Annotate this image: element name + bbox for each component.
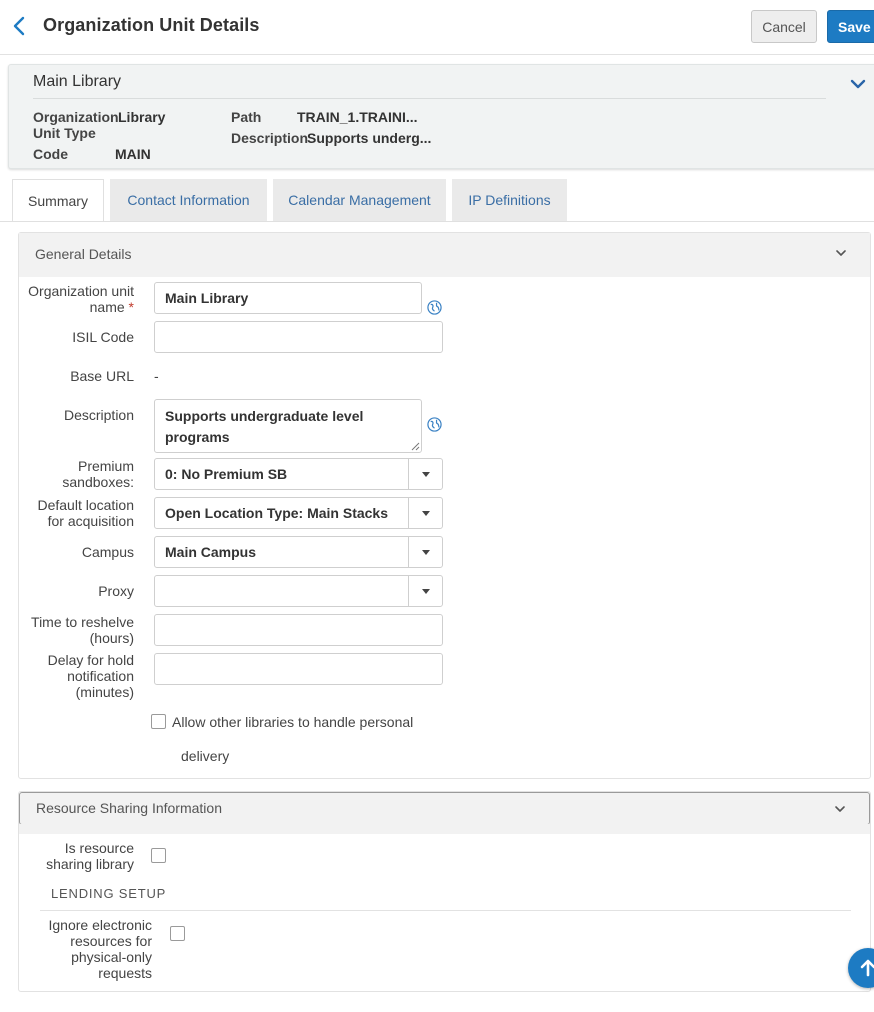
campus-label: Campus: [81, 544, 134, 560]
isil-code-input[interactable]: [154, 321, 443, 353]
summary-card: Main Library Organization Unit Type Libr…: [8, 64, 874, 169]
general-details-header[interactable]: General Details: [19, 233, 870, 277]
tab-summary[interactable]: Summary: [12, 179, 104, 222]
page-title: Organization Unit Details: [43, 15, 260, 35]
globe-icon[interactable]: [427, 300, 442, 315]
dropdown-caret-icon[interactable]: [408, 498, 442, 528]
time-to-reshelve-label: Time to reshelve (hours): [31, 614, 134, 646]
dropdown-caret-icon[interactable]: [408, 537, 442, 567]
default-location-label: Default location for acquisition: [37, 497, 134, 529]
resize-handle-icon[interactable]: [411, 442, 420, 451]
general-details-panel: General Details: [18, 232, 871, 779]
globe-icon[interactable]: [427, 417, 442, 432]
lending-setup-heading: LENDING SETUP: [51, 886, 167, 901]
description-field-label: Description: [63, 407, 134, 423]
premium-sandboxes-value: 0: No Premium SB: [165, 466, 288, 482]
base-url-label: Base URL: [70, 368, 134, 384]
required-marker: *: [128, 299, 134, 315]
campus-value: Main Campus: [165, 544, 257, 560]
lending-setup-divider: [40, 910, 851, 911]
is-resource-sharing-library-label: Is resource sharing library: [46, 840, 134, 872]
code-value: MAIN: [115, 146, 151, 162]
campus-select[interactable]: Main Campus: [154, 536, 443, 568]
chevron-down-icon[interactable]: [833, 802, 847, 816]
base-url-value: -: [154, 368, 159, 384]
delay-hold-notification-label: Delay for hold notification (minutes): [47, 652, 134, 700]
org-unit-type-value: Library: [118, 109, 166, 125]
save-button[interactable]: Save: [827, 10, 874, 43]
ignore-electronic-checkbox[interactable]: [170, 926, 185, 941]
proxy-label: Proxy: [98, 583, 134, 599]
org-unit-name-label: Organization unit name *: [28, 283, 134, 315]
summary-card-title: Main Library: [33, 73, 122, 90]
tab-ip-definitions[interactable]: IP Definitions: [452, 179, 567, 222]
allow-other-libraries-label-1: Allow other libraries to handle personal: [172, 714, 414, 730]
premium-sandboxes-select[interactable]: 0: No Premium SB: [154, 458, 443, 490]
isil-code-label: ISIL Code: [72, 329, 134, 345]
ignore-electronic-label: Ignore electronic resources for physical…: [48, 917, 152, 981]
chevron-down-icon[interactable]: [834, 246, 848, 260]
default-location-value: Open Location Type: Main Stacks: [165, 505, 389, 521]
description-value: Supports underg...: [307, 130, 432, 146]
premium-sandboxes-label: Premium sandboxes:: [62, 458, 134, 490]
allow-other-libraries-label-2: delivery: [181, 748, 230, 764]
dropdown-caret-icon[interactable]: [408, 576, 442, 606]
page-header: Organization Unit Details Cancel Save: [0, 0, 874, 55]
chevron-down-icon[interactable]: [849, 77, 867, 91]
allow-other-libraries-checkbox[interactable]: [151, 714, 166, 729]
path-label: Path: [231, 109, 262, 125]
arrow-up-icon: [860, 959, 874, 977]
tabs-divider: [0, 221, 874, 222]
chevron-left-icon[interactable]: [10, 13, 30, 39]
tab-contact-information[interactable]: Contact Information: [110, 179, 267, 222]
general-details-title: General Details: [35, 246, 132, 262]
resource-sharing-title: Resource Sharing Information: [36, 800, 222, 816]
path-value: TRAIN_1.TRAINI...: [297, 109, 418, 125]
resource-sharing-header[interactable]: Resource Sharing Information: [19, 792, 870, 825]
delay-hold-notification-input[interactable]: [154, 653, 443, 685]
cancel-button[interactable]: Cancel: [751, 10, 817, 43]
org-unit-name-input[interactable]: Main Library: [154, 282, 422, 314]
tab-calendar-management[interactable]: Calendar Management: [273, 179, 446, 222]
proxy-select[interactable]: [154, 575, 443, 607]
dropdown-caret-icon[interactable]: [408, 459, 442, 489]
description-textarea[interactable]: Supports undergraduate level programs: [154, 399, 422, 453]
code-label: Code: [33, 146, 68, 162]
summary-card-divider: [33, 98, 826, 99]
org-unit-type-label: Organization Unit Type: [33, 109, 119, 141]
default-location-select[interactable]: Open Location Type: Main Stacks: [154, 497, 443, 529]
is-resource-sharing-library-checkbox[interactable]: [151, 848, 166, 863]
panel-header-shadow: [19, 824, 870, 834]
time-to-reshelve-input[interactable]: [154, 614, 443, 646]
description-label: Description: [231, 130, 309, 146]
